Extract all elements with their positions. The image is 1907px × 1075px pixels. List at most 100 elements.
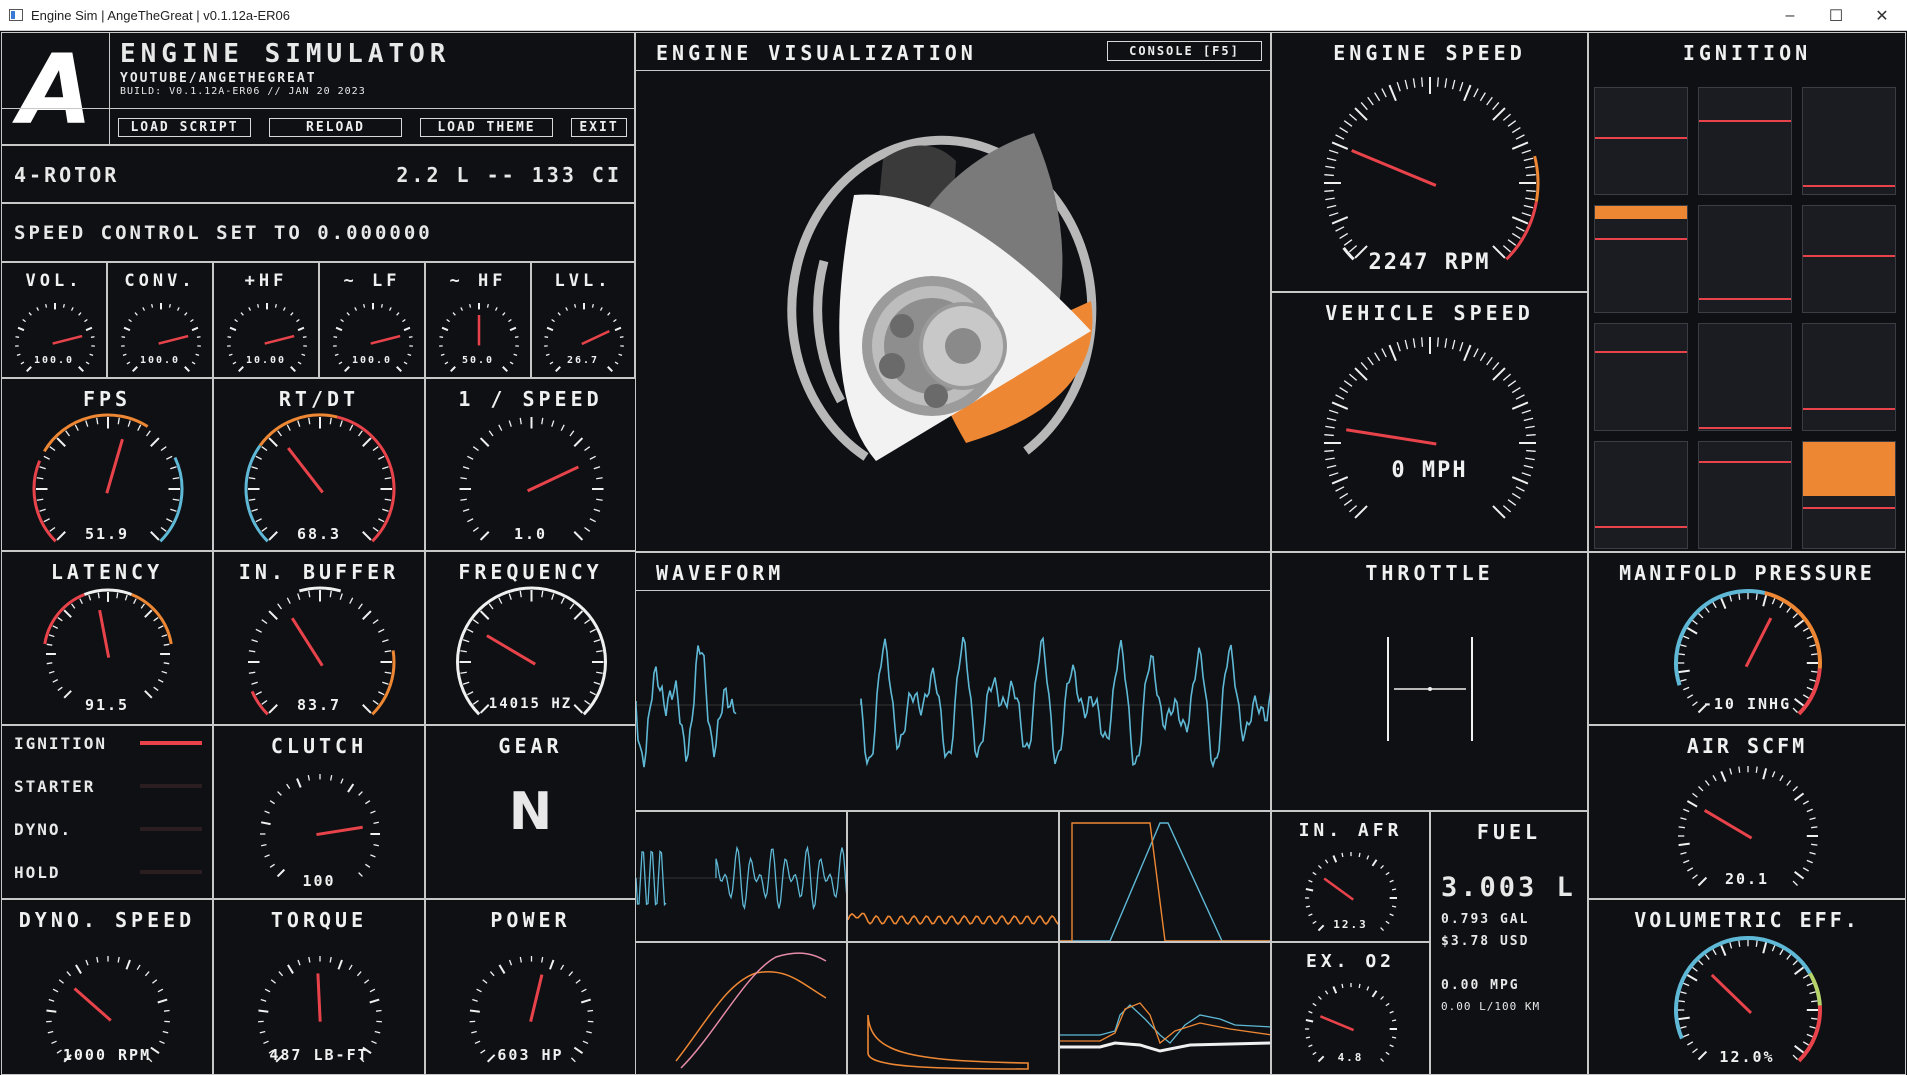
- load-script-button[interactable]: LOAD SCRIPT: [118, 118, 251, 137]
- cylinder-pressure-chart: [1059, 942, 1271, 1075]
- clutch-value: 100: [302, 872, 336, 890]
- inverse-speed-gauge-value: 1.0: [513, 525, 548, 543]
- ignition-cylinder-cell: [1698, 323, 1792, 431]
- input-buffer-gauge: IN. BUFFER 83.7: [213, 551, 425, 725]
- toggle-panel: IGNITION STARTER DYNO. HOLD: [1, 725, 213, 899]
- mixer-conv-value: 100.0: [139, 355, 181, 366]
- engine-name: 4-ROTOR: [14, 163, 120, 187]
- ignition-cylinder-cell: [1594, 87, 1688, 195]
- pv-diagram-chart: [847, 942, 1059, 1075]
- fuel-liters: 3.003 L: [1441, 872, 1576, 903]
- mixer-~lf: ~ LF 100.0: [319, 262, 425, 378]
- toggle-label: HOLD: [14, 862, 61, 882]
- toggle-starter[interactable]: STARTER: [14, 775, 202, 797]
- ignition-panel: IGNITION: [1588, 32, 1906, 552]
- engine-displacement: 2.2 L -- 133 CI: [396, 163, 622, 187]
- throttle-panel[interactable]: THROTTLE: [1271, 552, 1588, 811]
- volumetric-efficiency-value: 12.0%: [1719, 1048, 1775, 1066]
- rtdt-gauge: RT/DT 68.3: [213, 378, 425, 551]
- mixer-~hf: ~ HF 50.0: [425, 262, 531, 378]
- build-info: BUILD: V0.1.12A-ER06 // JAN 20 2023: [120, 86, 366, 97]
- toggle-dyno[interactable]: DYNO.: [14, 818, 202, 840]
- window-titlebar: Engine Sim | AngeTheGreat | v0.1.12a-ER0…: [0, 0, 1907, 31]
- power-gauge-value: 603 HP: [497, 1046, 564, 1064]
- toggle-indicator: [140, 827, 202, 831]
- fuel-mpg: 0.00 MPG: [1441, 978, 1520, 993]
- ignition-cylinder-cell: [1802, 441, 1896, 549]
- channel-name: YOUTUBE/ANGETHEGREAT: [120, 71, 317, 86]
- fuel-gallons: 0.793 GAL: [1441, 912, 1530, 927]
- frequency-gauge: FREQUENCY 14015 HZ: [425, 551, 636, 725]
- gear-panel: GEAR N: [425, 725, 636, 899]
- ignition-cylinder-cell: [1698, 441, 1792, 549]
- close-button[interactable]: ✕: [1859, 0, 1905, 31]
- header-divider: [2, 108, 634, 109]
- engine-speed-value: 2247 RPM: [1368, 250, 1491, 275]
- waveform-panel: WAVEFORM: [635, 552, 1271, 811]
- speed-control-text: SPEED CONTROL SET TO 0.000000: [14, 222, 433, 244]
- gear-value: N: [508, 782, 553, 842]
- manifold-pressure-panel: MANIFOLD PRESSURE -10 INHG: [1588, 552, 1906, 725]
- load-theme-button[interactable]: LOAD THEME: [420, 118, 553, 137]
- volumetric-efficiency-panel: VOLUMETRIC EFF. 12.0%: [1588, 899, 1906, 1075]
- maximize-button[interactable]: ☐: [1813, 0, 1859, 31]
- rtdt-gauge-value: 68.3: [296, 525, 342, 543]
- logo-letter: A: [18, 33, 93, 145]
- toggle-label: IGNITION: [14, 733, 108, 753]
- inverse-speed-gauge: 1 / SPEED 1.0: [425, 378, 636, 551]
- mixer-~lf-value: 100.0: [351, 355, 393, 366]
- rotary-engine-render: [787, 133, 1097, 461]
- ignition-cylinder-cell: [1698, 205, 1792, 313]
- window-title: Engine Sim | AngeTheGreat | v0.1.12a-ER0…: [31, 7, 290, 23]
- mixer-lvl-value: 26.7: [566, 355, 600, 366]
- waveform-line: [636, 636, 1270, 769]
- gear-label: GEAR: [498, 734, 563, 758]
- ignition-cylinder-cell: [1802, 323, 1896, 431]
- mixer-vol-value: 100.0: [33, 355, 75, 366]
- throttle-indicator: [1387, 637, 1473, 741]
- toggle-label: STARTER: [14, 776, 96, 796]
- toggle-hold[interactable]: HOLD: [14, 861, 202, 883]
- vehicle-speed-value: 0 MPH: [1391, 458, 1468, 483]
- ignition-cylinder-cell: [1802, 87, 1896, 195]
- fps-gauge: FPS 51.9: [1, 378, 213, 551]
- power-gauge: POWER 603 HP: [425, 899, 636, 1075]
- vehicle-speed-dial: [1324, 337, 1536, 519]
- mixer-vol: VOL. 100.0: [1, 262, 107, 378]
- clutch-panel[interactable]: CLUTCH 100: [213, 725, 425, 899]
- input-buffer-gauge-value: 83.7: [296, 696, 342, 714]
- engine-speed-panel: ENGINE SPEED 2247 RPM: [1271, 32, 1588, 292]
- mini-waveform-chart: [635, 811, 847, 942]
- toggle-label: DYNO.: [14, 819, 73, 839]
- engine-visualization-panel: ENGINE VISUALIZATION CONSOLE [F5]: [635, 32, 1271, 552]
- exhaust-o2-value: 4.8: [1337, 1051, 1364, 1064]
- torque-gauge-value: 487 LB-FT: [269, 1046, 369, 1064]
- reload-button[interactable]: RELOAD: [269, 118, 402, 137]
- ignition-cylinder-cell: [1594, 441, 1688, 549]
- toggle-indicator: [140, 870, 202, 874]
- toggle-ignition[interactable]: IGNITION: [14, 732, 202, 754]
- fuel-cost: $3.78 USD: [1441, 934, 1530, 949]
- engine-info-panel: 4-ROTOR 2.2 L -- 133 CI: [1, 145, 635, 203]
- toggle-indicator: [140, 741, 202, 745]
- ignition-cylinder-cell: [1698, 87, 1792, 195]
- latency-gauge: LATENCY 91.5: [1, 551, 213, 725]
- fuel-l100: 0.00 L/100 KM: [1441, 1000, 1541, 1013]
- frequency-gauge-value: 14015 HZ: [488, 696, 573, 712]
- exit-button[interactable]: EXIT: [571, 118, 627, 137]
- header-panel: A ENGINE SIMULATOR YOUTUBE/ANGETHEGREAT …: [1, 32, 635, 145]
- manifold-pressure-value: -10 INHG: [1702, 695, 1792, 713]
- waveform-plot: [636, 636, 1270, 769]
- ignition-cylinder-cell: [1802, 205, 1896, 313]
- minimize-button[interactable]: –: [1767, 0, 1813, 31]
- torque-gauge: TORQUE 487 LB-FT: [213, 899, 425, 1075]
- app-icon: [9, 9, 23, 21]
- console-button[interactable]: CONSOLE [F5]: [1107, 41, 1262, 61]
- dyno-speed-gauge-value: 1000 RPM: [62, 1046, 152, 1064]
- fps-gauge-value: 51.9: [84, 525, 130, 543]
- torque-power-curve-chart: [635, 942, 847, 1075]
- mixer-+hf-value: 10.00: [245, 355, 287, 366]
- ignition-cylinder-cell: [1594, 205, 1688, 313]
- air-scfm-value: 20.1: [1724, 870, 1770, 888]
- waveform-title: WAVEFORM: [656, 561, 785, 585]
